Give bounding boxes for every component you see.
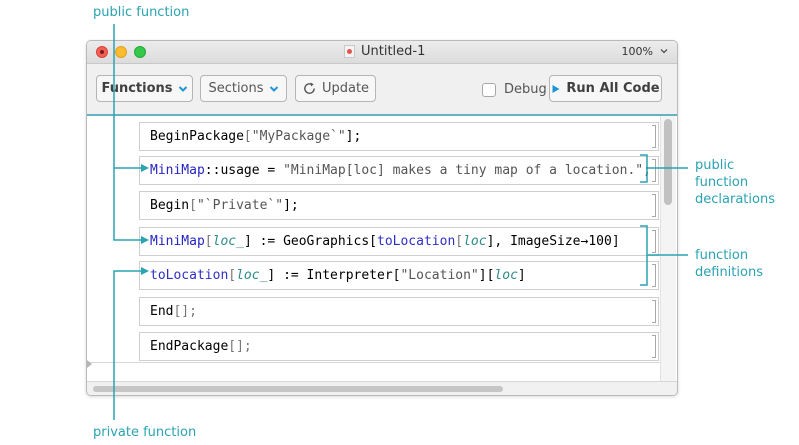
code-token: toLocation [377,234,456,249]
code-token: MiniMap [150,163,205,178]
cell-code[interactable]: EndPackage[]; [150,339,252,354]
function-definitions-annotation: function definitions [695,247,763,281]
annotation-line: declarations [695,192,775,207]
cell-code[interactable]: Begin["`Private`"]; [150,198,299,213]
notebook-area: BeginPackage["MyPackage`"]; MiniMap::usag… [87,116,677,381]
vertical-scroll-thumb[interactable] [664,119,672,205]
code-token: ; [643,163,651,178]
public-function-declarations-annotation: public function declarations [695,157,775,208]
code-token: "MyPackage`" [251,129,346,144]
sections-button[interactable]: Sections [200,75,287,102]
notebook-end-divider [87,362,660,363]
minimize-icon[interactable] [115,46,127,58]
input-cell[interactable]: MiniMap::usage = "MiniMap[loc] makes a t… [139,156,659,185]
code-token: ]; [283,198,299,213]
code-token: [ [243,129,252,144]
horizontal-scroll-thumb[interactable] [93,386,503,392]
cell-bracket[interactable] [652,264,656,287]
code-token: "Location" [400,268,479,283]
code-token: "`Private`" [196,198,284,213]
input-cell[interactable]: BeginPackage["MyPackage`"]; [139,122,659,151]
input-cell[interactable]: toLocation[loc_] := Interpreter["Locatio… [139,261,659,290]
code-token: ]; [345,129,362,144]
cell-code[interactable]: End[]; [150,304,197,319]
code-token: Begin [150,198,190,213]
debug-checkbox[interactable] [482,83,496,97]
input-cell[interactable]: Begin["`Private`"]; [139,191,659,220]
cell-bracket[interactable] [652,194,656,217]
annotation-line: definitions [695,265,763,280]
insertion-caret-icon [87,360,92,368]
run-all-code-button[interactable]: Run All Code [549,75,662,102]
debug-label: Debug [504,82,547,97]
cell-bracket[interactable] [652,335,656,358]
code-token: ], ImageSize→100] [486,234,620,249]
code-token: BeginPackage [150,129,244,144]
annotation-line: public [695,158,735,173]
code-token: [ [204,234,213,249]
close-icon[interactable] [96,46,108,58]
chevron-down-icon [178,85,187,92]
private-function-annotation: private function [93,425,197,440]
document-icon [344,45,355,58]
functions-button-label: Functions [101,81,173,96]
code-token: [ [189,198,197,213]
input-cell[interactable]: End[]; [139,297,659,326]
zoom-level[interactable]: 100% [622,45,653,58]
functions-button[interactable]: Functions [96,75,193,102]
cell-code[interactable]: toLocation[loc_] := Interpreter["Locatio… [150,268,526,283]
annotation-line: function [695,248,749,263]
chevron-down-icon [269,85,278,92]
code-token: loc_ [212,234,244,249]
horizontal-scrollbar[interactable] [87,381,677,395]
code-token: ::usage = [204,163,284,178]
public-function-annotation: public function [93,5,190,20]
vertical-scrollbar[interactable] [660,116,676,381]
annotation-line: function [695,175,749,190]
code-token: []; [228,339,252,354]
code-token: EndPackage [150,339,229,354]
code-token: End [150,304,174,319]
refresh-icon [304,82,315,94]
input-cell[interactable]: EndPackage[]; [139,332,659,361]
cell-bracket[interactable] [652,300,656,323]
window-title: Untitled-1 [361,44,426,59]
zoom-window-icon[interactable] [134,46,146,58]
code-token: loc [463,234,487,249]
cell-bracket[interactable] [652,125,656,148]
input-cell[interactable]: MiniMap[loc_] := GeoGraphics[toLocation[… [139,227,659,256]
chevron-down-icon[interactable] [659,46,669,56]
code-token: []; [173,304,197,319]
code-token: [ [455,234,464,249]
cell-bracket[interactable] [652,159,656,182]
code-token: [ [228,268,237,283]
toolbar: Functions Sections Update Debug Run All … [87,64,677,116]
code-token: ][ [478,268,495,283]
code-token: toLocation [150,268,229,283]
code-token: MiniMap [150,234,205,249]
cell-bracket[interactable] [652,230,656,253]
code-token: ] := GeoGraphics[ [243,234,377,249]
code-token: loc_ [236,268,268,283]
code-token: ] := Interpreter[ [267,268,401,283]
play-icon [552,84,560,93]
cell-code[interactable]: MiniMap::usage = "MiniMap[loc] makes a t… [150,163,651,178]
update-button[interactable]: Update [295,75,376,102]
code-token: ] [517,268,526,283]
update-button-label: Update [321,81,370,96]
cell-code[interactable]: MiniMap[loc_] := GeoGraphics[toLocation[… [150,234,620,249]
sections-button-label: Sections [208,81,264,96]
title-bar: Untitled-1 100% [87,41,677,64]
cell-code[interactable]: BeginPackage["MyPackage`"]; [150,129,361,144]
code-token: "MiniMap[loc] makes a tiny map of a loca… [283,163,644,178]
code-token: loc [494,268,518,283]
run-all-code-label: Run All Code [566,81,660,96]
notebook-window: Untitled-1 100% Functions Sections Updat… [86,40,678,396]
